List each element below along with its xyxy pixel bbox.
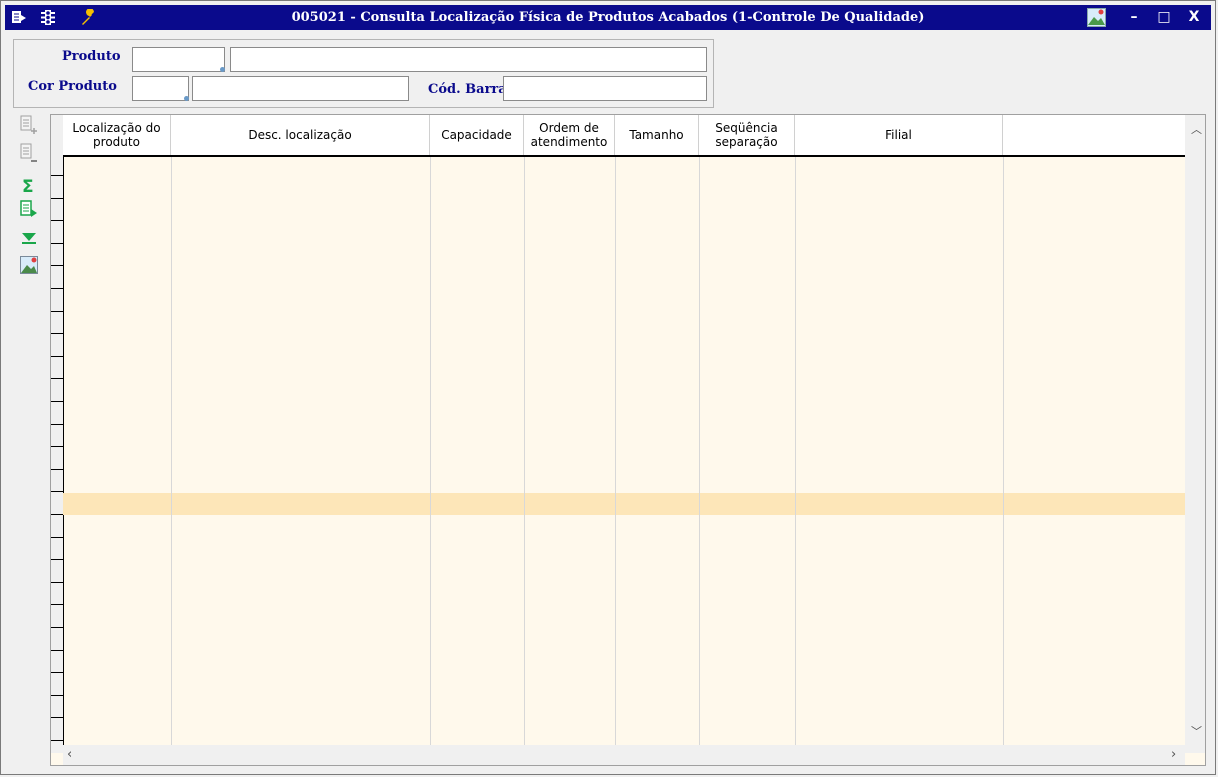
application-window: 005021 - Consulta Localização Física de … [0, 0, 1216, 775]
column-divider [430, 157, 431, 753]
column-header-localizacao[interactable]: Localização do produto [63, 115, 171, 155]
column-header-ordem-line1: Ordem de [539, 121, 599, 135]
row-indicator-tick [51, 582, 63, 583]
row-indicator-tick [51, 198, 63, 199]
column-header-filial[interactable]: Filial [795, 115, 1003, 155]
column-header-tamanho-label: Tamanho [629, 128, 684, 142]
cor-lookup-icon[interactable] [184, 96, 189, 101]
row-indicator-tick [51, 265, 63, 266]
cor-code-input[interactable] [132, 76, 189, 101]
produto-label: Produto [62, 49, 121, 64]
row-indicator-tick [51, 491, 63, 492]
produto-code-input[interactable] [132, 47, 225, 72]
column-header-desc-localizacao[interactable]: Desc. localização [171, 115, 430, 155]
grid-header: Localização do produto Desc. localização … [63, 115, 1185, 157]
scroll-up-icon[interactable]: ︿ [1191, 121, 1202, 137]
minimize-button[interactable]: – [1121, 7, 1147, 28]
wrench-icon[interactable] [79, 9, 97, 26]
filter-panel: Produto Cor Produto Cód. Barra [13, 39, 714, 108]
column-divider [524, 157, 525, 753]
row-indicator-tick [51, 537, 63, 538]
row-indicator-tick [51, 424, 63, 425]
window-title: 005021 - Consulta Localização Física de … [291, 10, 925, 25]
row-indicator-tick [51, 604, 63, 605]
produto-lookup-icon[interactable] [220, 67, 225, 72]
column-header-ordem-line2: atendimento [530, 135, 608, 149]
row-indicator-tick [51, 356, 63, 357]
barcode-input[interactable] [503, 76, 707, 101]
column-divider [1003, 157, 1004, 753]
column-header-tamanho[interactable]: Tamanho [615, 115, 699, 155]
row-indicator-tick [51, 559, 63, 560]
column-header-empty [1003, 115, 1185, 155]
sum-icon[interactable]: Σ [19, 175, 39, 195]
scroll-left-icon[interactable]: ‹ [67, 747, 72, 762]
row-indicator-tick [51, 672, 63, 673]
row-indicator-tick [51, 243, 63, 244]
row-indicator-tick [51, 401, 63, 402]
svg-text:Σ: Σ [22, 177, 34, 195]
image-icon[interactable] [1087, 8, 1106, 27]
row-indicator-tick [51, 514, 63, 515]
export-grid-icon[interactable] [19, 199, 39, 219]
row-indicator-tick [51, 220, 63, 221]
data-grid[interactable]: Localização do produto Desc. localização … [50, 114, 1206, 766]
row-indicator-tick [51, 740, 63, 741]
column-header-ordem-atendimento[interactable]: Ordem de atendimento [524, 115, 615, 155]
row-indicator-tick [51, 446, 63, 447]
picture-icon[interactable] [19, 255, 39, 275]
grid-toolbar: Σ [13, 113, 45, 293]
column-divider [171, 157, 172, 753]
row-indicator-tick [51, 469, 63, 470]
scroll-right-icon[interactable]: › [1171, 747, 1176, 762]
cor-desc-input[interactable] [192, 76, 409, 101]
column-header-capacidade[interactable]: Capacidade [430, 115, 524, 155]
column-header-sequencia-line1: Seqüência [715, 121, 778, 135]
row-indicator-tick [51, 175, 63, 176]
vertical-scrollbar[interactable]: ︿ ﹀ [1185, 115, 1205, 753]
column-header-capacidade-label: Capacidade [441, 128, 512, 142]
selected-row[interactable] [63, 493, 1185, 515]
horizontal-scrollbar[interactable]: ‹ › [63, 745, 1185, 765]
filter-down-icon[interactable] [19, 227, 39, 247]
export-icon[interactable] [11, 9, 27, 26]
row-indicator-tick [51, 695, 63, 696]
column-header-sequencia-separacao[interactable]: Seqüência separação [699, 115, 795, 155]
column-header-sequencia-line2: separação [715, 135, 778, 149]
add-row-icon[interactable] [19, 115, 39, 135]
scroll-down-icon[interactable]: ﹀ [1191, 723, 1202, 739]
row-indicator-column [51, 115, 64, 753]
title-bar: 005021 - Consulta Localização Física de … [5, 5, 1211, 30]
produto-desc-input[interactable] [230, 47, 707, 72]
cod-barra-label: Cód. Barra [428, 82, 507, 97]
column-divider [615, 157, 616, 753]
close-button[interactable]: X [1181, 7, 1207, 28]
column-header-localizacao-line2: produto [93, 135, 140, 149]
remove-row-icon[interactable] [19, 143, 39, 163]
maximize-button[interactable]: □ [1151, 7, 1177, 28]
traffic-light-icon[interactable] [39, 9, 57, 26]
column-header-desc-localizacao-label: Desc. localização [248, 128, 352, 142]
row-indicator-tick [51, 311, 63, 312]
column-divider [795, 157, 796, 753]
row-indicator-tick [51, 333, 63, 334]
row-indicator-tick [51, 717, 63, 718]
row-indicator-tick [51, 378, 63, 379]
row-indicator-tick [51, 288, 63, 289]
cor-produto-label: Cor Produto [28, 79, 117, 94]
column-divider [699, 157, 700, 753]
column-header-localizacao-line1: Localização do [72, 121, 161, 135]
column-header-filial-label: Filial [885, 128, 912, 142]
row-indicator-tick [51, 627, 63, 628]
row-indicator-tick [51, 650, 63, 651]
